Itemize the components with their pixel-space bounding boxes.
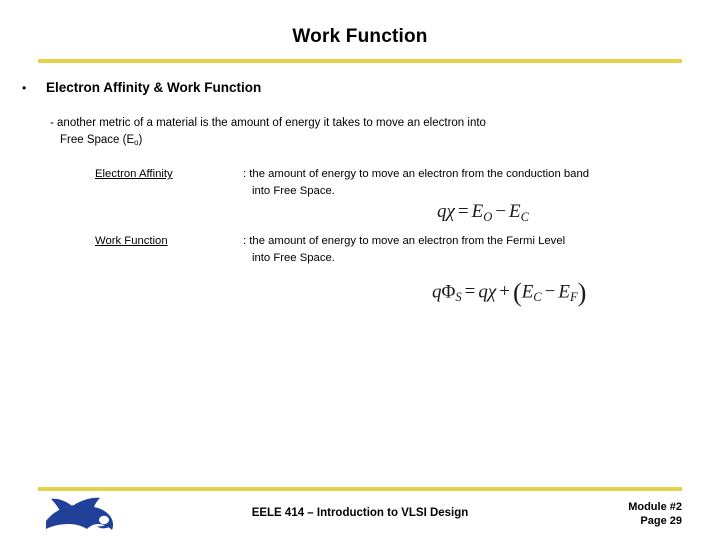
bullet-heading-row: • Electron Affinity & Work Function <box>22 80 682 98</box>
eq1-energy-1: E <box>471 201 484 222</box>
eq2-energy-2-subscript: F <box>569 290 578 305</box>
eq2-energy-1-subscript: C <box>533 290 542 305</box>
eq2-q2: q <box>478 281 488 303</box>
eq2-energy-1: E <box>521 281 534 303</box>
section-heading: Electron Affinity & Work Function <box>46 80 262 95</box>
eq2-minus: − <box>544 281 556 303</box>
eq2-equals: = <box>464 281 476 303</box>
footer-module-info: Module #2 Page 29 <box>628 500 682 528</box>
eq1-chi: χ <box>446 201 455 222</box>
definition-text: : the amount of energy to move an electr… <box>243 166 673 200</box>
footer-page-number: Page 29 <box>640 515 682 527</box>
eq2-phi: Φ <box>441 281 456 303</box>
eq1-energy-2-subscript: C <box>520 209 529 224</box>
eq1-energy-1-subscript: O <box>483 209 493 224</box>
eq1-q: q <box>437 201 447 222</box>
eq2-chi: χ <box>487 281 497 303</box>
free-space-suffix: ) <box>138 134 143 146</box>
eq2-close-paren: ) <box>577 278 587 307</box>
footer-module-number: Module #2 <box>628 501 682 513</box>
footer-course-label: EELE 414 – Introduction to VLSI Design <box>251 507 469 519</box>
eq2-energy-2: E <box>558 281 570 303</box>
definition-term: Work Function <box>95 235 168 247</box>
free-space-prefix: Free Space (E <box>60 134 135 146</box>
footer-divider <box>38 487 682 491</box>
sub-paragraph-line2: Free Space (Eo) <box>50 132 650 151</box>
definition-electron-affinity: Electron Affinity : the amount of energy… <box>95 166 695 200</box>
title-divider <box>38 59 682 63</box>
eq1-minus: − <box>495 201 506 222</box>
sub-paragraph: - another metric of a material is the am… <box>50 115 650 151</box>
definition-text: : the amount of energy to move an electr… <box>243 233 673 267</box>
equation-electron-affinity: qχ = EO − EC <box>437 201 529 225</box>
definition-work-function: Work Function : the amount of energy to … <box>95 233 695 267</box>
definition-term: Electron Affinity <box>95 168 173 180</box>
definition-line1: : the amount of energy to move an electr… <box>243 235 566 247</box>
bullet-marker-icon: • <box>22 81 27 95</box>
eq2-phi-subscript: S <box>455 290 462 305</box>
page-title: Work Function <box>292 26 428 47</box>
eq2-q: q <box>432 281 442 303</box>
definition-line2: into Free Space. <box>252 252 335 264</box>
definition-line2: into Free Space. <box>252 185 335 197</box>
eq2-plus: + <box>499 281 510 303</box>
eq2-open-paren: ( <box>512 278 522 307</box>
slide: Work Function • Electron Affinity & Work … <box>0 0 720 540</box>
sub-paragraph-line1: - another metric of a material is the am… <box>50 117 486 129</box>
eq1-equals: = <box>457 201 469 222</box>
definition-line1: : the amount of energy to move an electr… <box>243 168 590 180</box>
equation-work-function: qΦS = qχ + (EC − EF) <box>432 278 586 308</box>
eq1-energy-2: E <box>508 201 521 222</box>
